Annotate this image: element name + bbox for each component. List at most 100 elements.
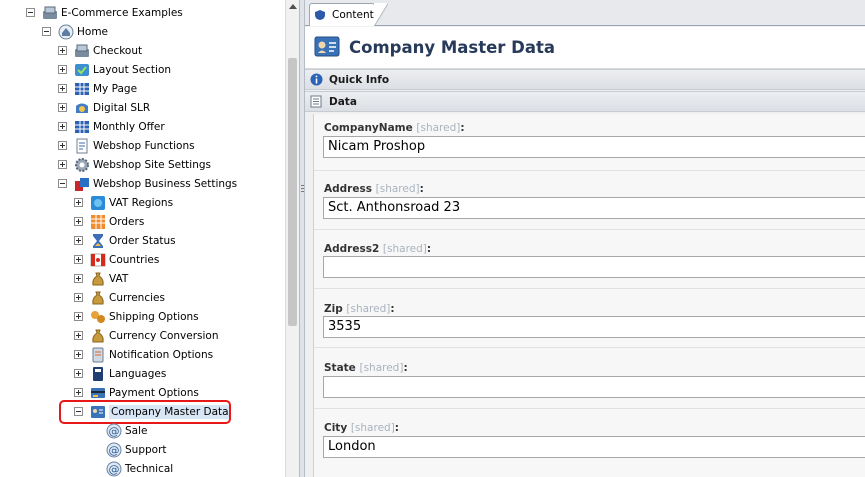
scrollbar-thumb[interactable] [288, 58, 297, 326]
expand-icon[interactable] [74, 331, 83, 340]
content-tree: E-Commerce Examples Home Checkout Layout… [0, 0, 285, 477]
expand-icon[interactable] [58, 46, 67, 55]
tree-item-support[interactable]: @ Support [106, 440, 167, 459]
expand-icon[interactable] [74, 312, 83, 321]
tree-item-label: VAT Regions [109, 196, 174, 209]
tree-item-label: Webshop Site Settings [93, 158, 212, 171]
tree-item-home[interactable]: Home [42, 22, 108, 41]
field-label-text: State [324, 362, 356, 374]
content-editor: Content Company Master Data Quick Info D… [305, 0, 865, 477]
tree-item-webshop-functions[interactable]: Webshop Functions [58, 136, 195, 155]
tree-item-currencies[interactable]: Currencies [74, 288, 165, 307]
expand-icon[interactable] [58, 122, 67, 131]
expand-icon[interactable] [58, 141, 67, 150]
expand-icon[interactable] [74, 236, 83, 245]
tree-item-label: Checkout [93, 44, 143, 57]
gear-icon [74, 157, 90, 173]
shipping-icon [90, 309, 106, 325]
notification-icon [90, 347, 106, 363]
site-icon [42, 5, 58, 21]
tree-item-currency-conversion[interactable]: Currency Conversion [74, 326, 219, 345]
tree-item-vat[interactable]: VAT [74, 269, 128, 288]
expand-icon[interactable] [74, 388, 83, 397]
tree-item-monthly-offer[interactable]: Monthly Offer [58, 117, 165, 136]
field-divider [314, 408, 865, 409]
tree-item-checkout[interactable]: Checkout [58, 41, 142, 60]
tree-item-countries[interactable]: Countries [74, 250, 159, 269]
data-fields: CompanyName [shared]: Nicam Proshop Addr… [313, 114, 865, 477]
tree-scrollbar[interactable] [285, 0, 299, 477]
tree-item-webshop-business-settings[interactable]: Webshop Business Settings [58, 174, 237, 193]
expand-icon[interactable] [58, 160, 67, 169]
business-settings-icon [74, 176, 90, 192]
book-icon [90, 366, 106, 382]
grid-page-icon [74, 81, 90, 97]
expand-icon[interactable] [74, 293, 83, 302]
city-input[interactable]: London [323, 436, 865, 458]
collapse-icon[interactable] [26, 8, 35, 17]
tree-item-label: Sale [125, 424, 148, 437]
table-icon [90, 214, 106, 230]
tree-item-my-page[interactable]: My Page [58, 79, 137, 98]
tree-item-technical[interactable]: @ Technical [106, 459, 173, 477]
section-quick-info[interactable]: Quick Info [305, 69, 865, 90]
shared-tag: [shared] [346, 303, 391, 315]
tree-item-orders[interactable]: Orders [74, 212, 144, 231]
expand-icon[interactable] [74, 255, 83, 264]
section-title: Data [329, 95, 357, 108]
tree-item-vat-regions[interactable]: VAT Regions [74, 193, 173, 212]
expand-icon[interactable] [58, 84, 67, 93]
tree-item-languages[interactable]: Languages [74, 364, 166, 383]
expand-icon[interactable] [74, 217, 83, 226]
tree-item-order-status[interactable]: Order Status [74, 231, 176, 250]
money-bag-icon [90, 328, 106, 344]
tree-item-label: Webshop Functions [93, 139, 195, 152]
tree-item-label: Monthly Offer [93, 120, 165, 133]
tree-item-webshop-site-settings[interactable]: Webshop Site Settings [58, 155, 211, 174]
expand-icon[interactable] [74, 274, 83, 283]
tree-item-digital-slr[interactable]: Digital SLR [58, 98, 150, 117]
tree-item-label: Webshop Business Settings [93, 177, 238, 190]
expand-icon[interactable] [74, 369, 83, 378]
data-list-icon [310, 95, 323, 108]
tree-item-label: Orders [109, 215, 145, 228]
address-input[interactable]: Sct. Anthonsroad 23 [323, 197, 865, 219]
collapse-icon[interactable] [58, 179, 67, 188]
zip-input[interactable]: 3535 [323, 316, 865, 338]
tree-item-notification-options[interactable]: Notification Options [74, 345, 213, 364]
collapse-icon[interactable] [42, 27, 51, 36]
svg-text:@: @ [109, 463, 120, 476]
tree-item-label: Countries [109, 253, 160, 266]
section-data[interactable]: Data [305, 91, 865, 112]
expand-icon[interactable] [58, 103, 67, 112]
splitter-grip-icon[interactable] [301, 185, 304, 194]
expand-icon[interactable] [58, 65, 67, 74]
field-label: CompanyName [shared]: [324, 122, 465, 134]
tree-item-ecommerce-examples[interactable]: E-Commerce Examples [26, 3, 183, 22]
tab-content[interactable]: Content [309, 3, 375, 26]
tree-item-label: Payment Options [109, 386, 199, 399]
contact-card-icon [313, 32, 341, 63]
tree-item-layout-section[interactable]: Layout Section [58, 60, 171, 79]
tree-item-label: Home [77, 25, 109, 38]
document-icon [74, 138, 90, 154]
shield-icon [314, 9, 326, 21]
flag-icon [90, 252, 106, 268]
grid-page-icon [74, 119, 90, 135]
companyname-input[interactable]: Nicam Proshop [323, 136, 865, 158]
tree-item-label: E-Commerce Examples [61, 6, 183, 19]
tree-item-label: Currency Conversion [109, 329, 219, 342]
expand-icon[interactable] [74, 198, 83, 207]
field-label: Zip [shared]: [324, 303, 395, 315]
section-title: Quick Info [329, 73, 390, 86]
field-label: City [shared]: [324, 422, 399, 434]
tree-item-shipping-options[interactable]: Shipping Options [74, 307, 199, 326]
address2-input[interactable] [323, 256, 865, 278]
scroll-up-arrow-icon[interactable] [289, 4, 297, 9]
field-label: State [shared]: [324, 362, 408, 374]
state-input[interactable] [323, 376, 865, 398]
field-label: Address [shared]: [324, 183, 424, 195]
tree-item-label: Currencies [109, 291, 165, 304]
expand-icon[interactable] [74, 350, 83, 359]
tree-item-sale[interactable]: @ Sale [106, 421, 147, 440]
